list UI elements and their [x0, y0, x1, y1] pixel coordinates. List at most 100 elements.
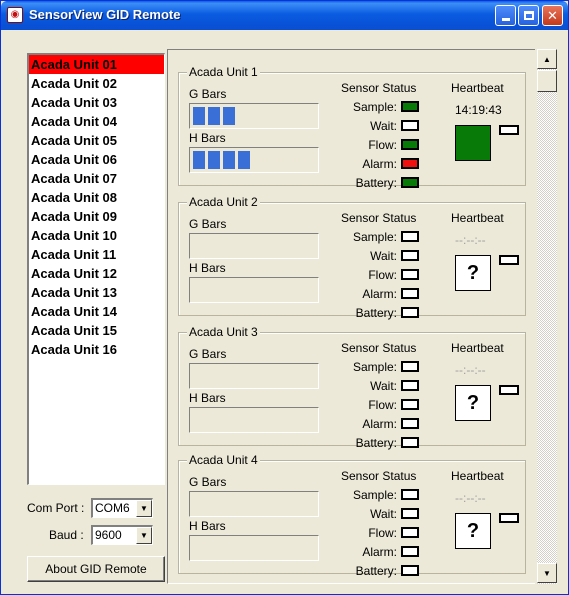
maximize-button[interactable]: [518, 5, 539, 26]
baud-select[interactable]: 9600 ▼: [91, 525, 153, 545]
heartbeat-time: 14:19:43: [455, 103, 502, 117]
alarm-label: Alarm:: [362, 287, 397, 301]
sensor-status-heading: Sensor Status: [341, 81, 417, 95]
sensor-status-heading: Sensor Status: [341, 211, 417, 225]
title-bar[interactable]: ◉ SensorView GID Remote ✕: [1, 1, 568, 30]
sensor-row-sample: Sample:: [329, 359, 419, 375]
sensor-row-battery: Battery:: [329, 435, 419, 451]
sample-label: Sample:: [352, 100, 397, 114]
chevron-down-icon[interactable]: ▼: [136, 527, 152, 544]
wait-status-led: [401, 380, 419, 391]
sensor-row-battery: Battery:: [329, 563, 419, 579]
unit-list-item[interactable]: Acada Unit 01: [29, 55, 164, 74]
h-bars-meter: [189, 407, 319, 433]
alarm-status-led: [401, 418, 419, 429]
heartbeat-heading: Heartbeat: [451, 81, 504, 95]
chevron-down-icon[interactable]: ▼: [136, 500, 152, 517]
h-bars-label: H Bars: [189, 519, 226, 533]
unit-list-item[interactable]: Acada Unit 16: [29, 340, 164, 359]
com-port-select[interactable]: COM6 ▼: [91, 498, 153, 518]
wait-status-led: [401, 120, 419, 131]
sensor-row-flow: Flow:: [329, 397, 419, 413]
h-bars-label: H Bars: [189, 131, 226, 145]
sample-status-led: [401, 231, 419, 242]
unit-list-item[interactable]: Acada Unit 02: [29, 74, 164, 93]
alarm-status-led: [401, 546, 419, 557]
minimize-button[interactable]: [495, 5, 516, 26]
unit-list-item[interactable]: Acada Unit 12: [29, 264, 164, 283]
alarm-label: Alarm:: [362, 417, 397, 431]
alarm-status-led: [401, 158, 419, 169]
g-bars-meter: [189, 363, 319, 389]
wait-label: Wait:: [370, 379, 397, 393]
close-button[interactable]: ✕: [542, 5, 563, 26]
unit-group-title: Acada Unit 4: [187, 453, 260, 467]
sensor-row-alarm: Alarm:: [329, 156, 419, 172]
wait-label: Wait:: [370, 507, 397, 521]
scroll-down-arrow-icon[interactable]: ▼: [537, 563, 557, 583]
heartbeat-indicator: ?: [455, 255, 491, 291]
unit-list-item[interactable]: Acada Unit 03: [29, 93, 164, 112]
unit-list-item[interactable]: Acada Unit 09: [29, 207, 164, 226]
heartbeat-led: [499, 255, 519, 265]
h-bar: [238, 151, 250, 169]
heartbeat-heading: Heartbeat: [451, 341, 504, 355]
h-bars-meter: [189, 277, 319, 303]
battery-status-led: [401, 307, 419, 318]
g-bars-label: G Bars: [189, 475, 227, 489]
sensor-row-alarm: Alarm:: [329, 416, 419, 432]
battery-label: Battery:: [355, 176, 397, 190]
heartbeat-heading: Heartbeat: [451, 211, 504, 225]
wait-label: Wait:: [370, 249, 397, 263]
unit-list-item[interactable]: Acada Unit 13: [29, 283, 164, 302]
g-bars-meter: [189, 491, 319, 517]
sample-status-led: [401, 361, 419, 372]
sensor-row-battery: Battery:: [329, 305, 419, 321]
heartbeat-time: --:--:--: [455, 491, 486, 505]
com-port-label: Com Port :: [27, 501, 85, 515]
heartbeat-indicator: [455, 125, 491, 161]
flow-label: Flow:: [368, 268, 397, 282]
unit-list-item[interactable]: Acada Unit 06: [29, 150, 164, 169]
unit-list-item[interactable]: Acada Unit 08: [29, 188, 164, 207]
wait-label: Wait:: [370, 119, 397, 133]
unit-list-item[interactable]: Acada Unit 05: [29, 131, 164, 150]
sensor-row-flow: Flow:: [329, 137, 419, 153]
alarm-label: Alarm:: [362, 157, 397, 171]
unit-group-title: Acada Unit 2: [187, 195, 260, 209]
battery-status-led: [401, 565, 419, 576]
heartbeat-time: --:--:--: [455, 233, 486, 247]
app-window: ◉ SensorView GID Remote ✕ Acada Unit 01 A…: [0, 0, 569, 595]
about-button[interactable]: About GID Remote: [27, 556, 165, 582]
g-bars-meter: [189, 233, 319, 259]
unit-list-item[interactable]: Acada Unit 04: [29, 112, 164, 131]
window-title: SensorView GID Remote: [29, 7, 181, 22]
h-bar: [223, 151, 235, 169]
vertical-scrollbar[interactable]: ▲ ▼: [537, 49, 557, 584]
unit-list-item[interactable]: Acada Unit 15: [29, 321, 164, 340]
g-bar: [223, 107, 235, 125]
flow-label: Flow:: [368, 138, 397, 152]
unit-list-item[interactable]: Acada Unit 10: [29, 226, 164, 245]
heartbeat-led: [499, 125, 519, 135]
unit-list-item[interactable]: Acada Unit 14: [29, 302, 164, 321]
baud-value: 9600: [95, 528, 122, 542]
scroll-up-arrow-icon[interactable]: ▲: [537, 49, 557, 69]
wait-status-led: [401, 250, 419, 261]
unit-list-item[interactable]: Acada Unit 11: [29, 245, 164, 264]
scroll-thumb[interactable]: [537, 70, 557, 92]
sample-status-led: [401, 101, 419, 112]
flow-label: Flow:: [368, 526, 397, 540]
heartbeat-heading: Heartbeat: [451, 469, 504, 483]
sensor-row-sample: Sample:: [329, 487, 419, 503]
sensor-row-alarm: Alarm:: [329, 544, 419, 560]
unit-group: Acada Unit 4 G Bars H Bars Sensor Status Sam…: [178, 453, 526, 578]
flow-status-led: [401, 527, 419, 538]
unit-group: Acada Unit 2 G Bars H Bars Sensor Status Sam…: [178, 195, 526, 320]
flow-status-led: [401, 269, 419, 280]
unit-group: Acada Unit 1 G Bars H Bars Sensor Status Sam…: [178, 65, 526, 190]
unit-list-item[interactable]: Acada Unit 07: [29, 169, 164, 188]
sensor-row-wait: Wait:: [329, 248, 419, 264]
unit-list[interactable]: Acada Unit 01 Acada Unit 02 Acada Unit 03 A…: [27, 53, 165, 485]
h-bars-meter: [189, 535, 319, 561]
